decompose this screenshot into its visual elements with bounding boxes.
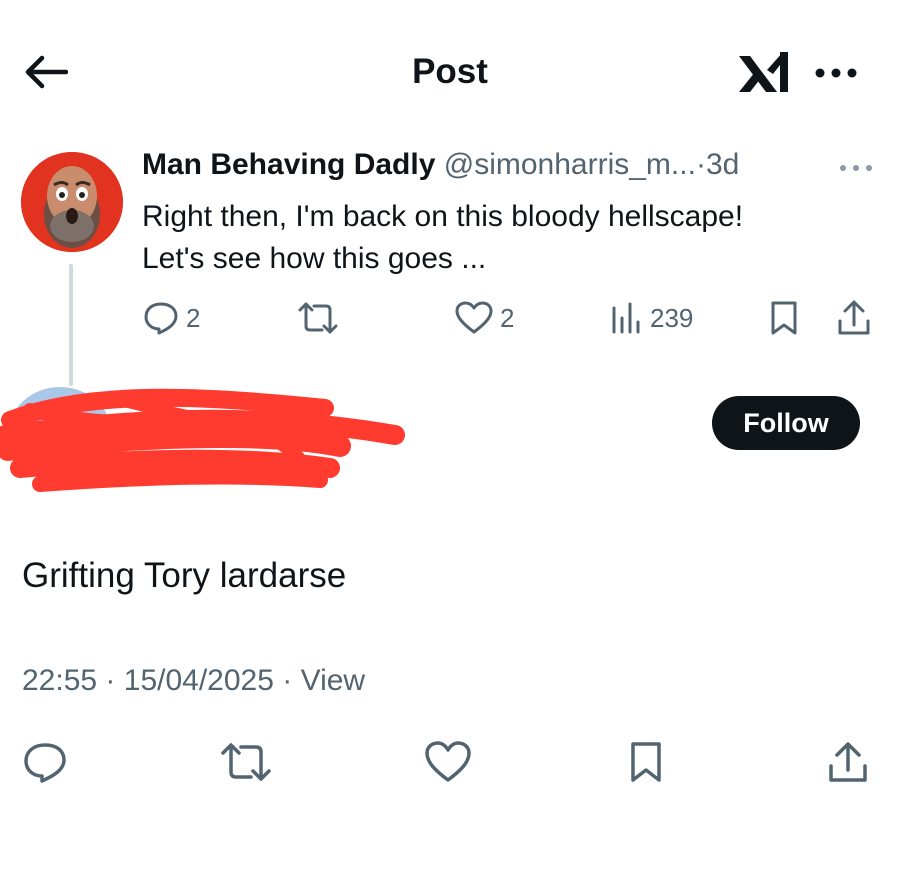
like-count-button[interactable]: 2 — [454, 298, 514, 338]
repost-button[interactable] — [218, 740, 274, 784]
bookmark-button[interactable] — [768, 298, 800, 338]
repost-icon — [298, 302, 338, 334]
bookmark-button[interactable] — [626, 740, 666, 784]
repost-icon — [221, 743, 271, 781]
reply-count-button[interactable]: 2 — [142, 298, 200, 338]
bookmark-icon — [771, 301, 797, 335]
reply-icon — [24, 743, 66, 783]
avatar[interactable] — [21, 152, 123, 252]
reply-text: Grifting Tory lardarse — [22, 556, 347, 595]
share-button[interactable] — [826, 740, 870, 784]
author-name[interactable]: Man Behaving Dadly — [142, 148, 435, 181]
views-button[interactable]: 239 — [610, 298, 693, 338]
more-options-button[interactable] — [814, 66, 858, 80]
follow-button[interactable]: Follow — [712, 396, 860, 450]
reply-icon — [144, 302, 178, 335]
views-chart-icon — [612, 302, 640, 334]
share-button[interactable] — [836, 298, 872, 338]
post-text-line: Let's see how this goes ... — [142, 242, 487, 275]
meta-separator: · — [282, 664, 293, 697]
meta-separator: · — [105, 664, 116, 697]
post-age[interactable]: 3d — [706, 148, 739, 181]
thread-connector-line — [69, 264, 73, 386]
post-text: Right then, I'm back on this bloody hell… — [142, 196, 882, 280]
reply-count: 2 — [186, 302, 201, 333]
post-timestamp: 22:55 · 15/04/2025 · View — [22, 664, 365, 698]
post-time: 22:55 — [22, 664, 98, 697]
post-more-button[interactable] — [838, 163, 874, 173]
repost-button[interactable] — [296, 298, 340, 338]
post-date: 15/04/2025 — [123, 664, 274, 697]
view-link[interactable]: View — [301, 664, 365, 697]
post-text-line: Right then, I'm back on this bloody hell… — [142, 200, 744, 233]
meta-separator: · — [695, 148, 706, 181]
view-count: 239 — [650, 302, 694, 333]
redacted-author-scribble — [0, 380, 410, 500]
xai-logo-icon — [737, 48, 793, 98]
like-count: 2 — [500, 302, 515, 333]
heart-icon — [455, 301, 493, 334]
more-horizontal-icon — [815, 68, 857, 78]
heart-icon — [425, 741, 471, 782]
post-author-line: Man Behaving Dadly @simonharris_m...·3d — [142, 148, 739, 182]
like-button[interactable] — [423, 740, 473, 784]
author-handle[interactable]: @simonharris_m... — [444, 148, 696, 181]
share-icon — [829, 742, 867, 782]
more-horizontal-icon — [840, 165, 872, 171]
bookmark-icon — [631, 742, 661, 782]
share-icon — [838, 300, 870, 335]
reply-button[interactable] — [20, 740, 70, 784]
